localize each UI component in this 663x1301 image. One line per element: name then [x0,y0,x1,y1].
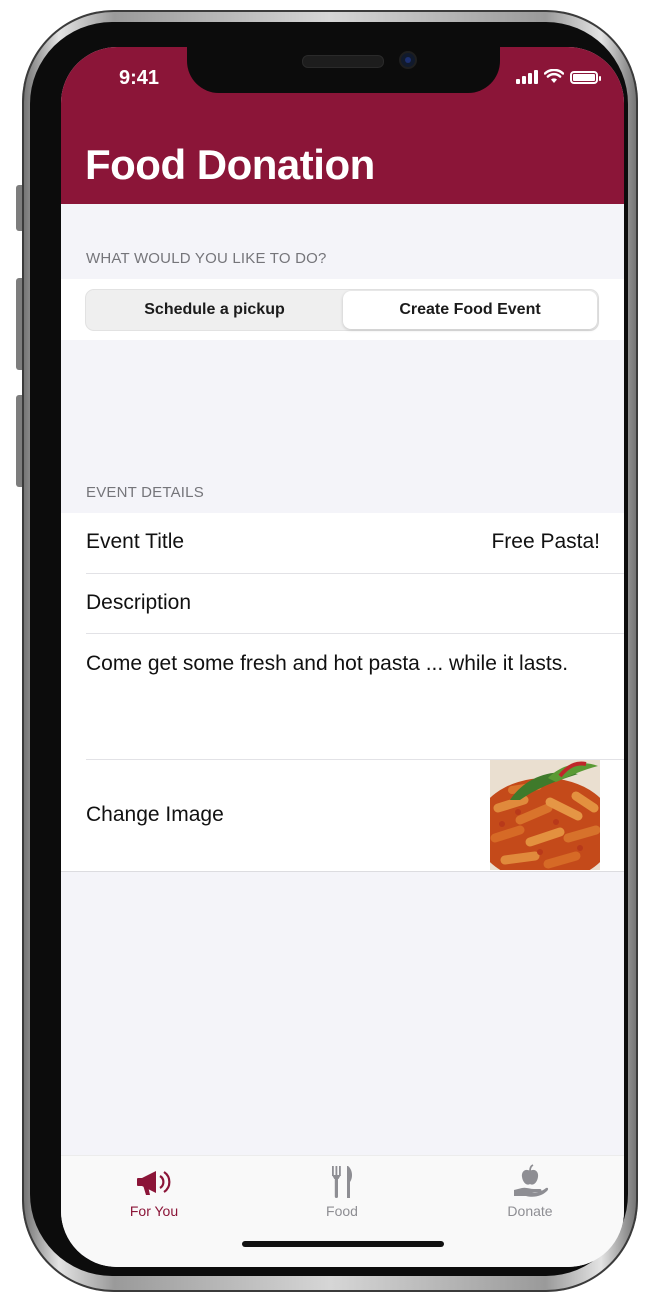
tab-food-label: Food [326,1203,358,1219]
status-time: 9:41 [119,67,160,89]
cellular-signal-icon [516,70,538,84]
front-camera [399,51,417,69]
status-icons [516,69,601,84]
tab-for-you-label: For You [129,1203,179,1219]
phone-screen: 9:41 Food Donation WHAT WOULD YOU LIKE T… [61,47,624,1267]
earpiece-speaker [302,55,384,68]
row-divider [86,633,624,634]
description-textarea[interactable]: Come get some fresh and hot pasta ... wh… [86,650,584,678]
megaphone-icon [137,1171,171,1195]
tab-food[interactable]: Food [282,1156,402,1226]
tab-for-you[interactable]: For You [94,1156,214,1226]
tab-donate[interactable]: Donate [470,1156,590,1226]
segment-create-food-event[interactable]: Create Food Event [343,291,597,329]
event-image-thumbnail[interactable] [490,760,600,870]
fork-knife-icon [332,1166,353,1198]
row-divider [86,573,624,574]
phone-notch [187,47,500,93]
page-title: Food Donation [85,141,375,188]
description-label: Description [86,591,192,614]
mode-section-label: WHAT WOULD YOU LIKE TO DO? [86,250,327,267]
mode-segment-container: Schedule a pickup Create Food Event [61,279,624,340]
battery-icon [570,71,601,84]
event-section-label: EVENT DETAILS [86,484,204,501]
event-title-value[interactable]: Free Pasta! [491,530,600,554]
hand-apple-icon [514,1164,549,1197]
tab-bar: For You Food Donate [61,1155,624,1267]
mode-segmented-control: Schedule a pickup Create Food Event [85,289,599,331]
wifi-icon [544,69,564,83]
segment-schedule-pickup[interactable]: Schedule a pickup [86,290,343,330]
event-details-card: Event Title Free Pasta! Description Come… [61,513,624,872]
tab-donate-label: Donate [507,1203,553,1219]
home-indicator[interactable] [242,1241,444,1247]
